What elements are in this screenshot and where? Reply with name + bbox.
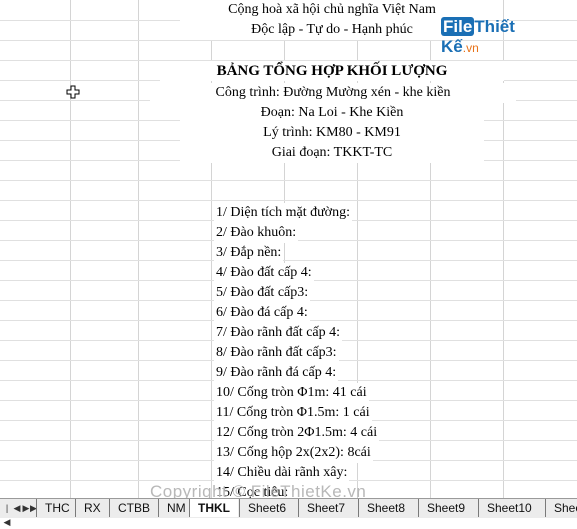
list-item: 14/ Chiều dài rãnh xây: xyxy=(214,463,350,483)
tab-sheet9[interactable]: Sheet9 xyxy=(418,499,474,517)
tab-thc[interactable]: THC xyxy=(36,499,78,517)
list-item: 9/ Đào rãnh đá cấp 4: xyxy=(214,363,339,383)
tab-sheet10[interactable]: Sheet10 xyxy=(478,499,540,517)
page-title: BẢNG TỔNG HỢP KHỐI LƯỢNG xyxy=(160,61,504,81)
list-item: 4/ Đào đất cấp 4: xyxy=(214,263,314,283)
tab-sheet7[interactable]: Sheet7 xyxy=(298,499,354,517)
list-item: 11/ Cống tròn Φ1.5m: 1 cái xyxy=(214,403,372,423)
list-item: 8/ Đào rãnh đất cấp3: xyxy=(214,343,339,363)
column-divider xyxy=(70,0,71,498)
list-item: 1/ Diện tích mặt đường: xyxy=(214,203,352,223)
chainage: Lý trình: KM80 - KM91 xyxy=(180,123,484,143)
tab-sheet6[interactable]: Sheet6 xyxy=(239,499,295,517)
spreadsheet-grid[interactable]: Cộng hoà xã hội chủ nghĩa Việt Nam Độc l… xyxy=(0,0,577,498)
republic-header: Cộng hoà xã hội chủ nghĩa Việt Nam xyxy=(180,0,484,20)
row-divider xyxy=(0,180,577,181)
prev-sheet-icon[interactable]: ◀ xyxy=(13,501,21,515)
tab-thkl[interactable]: THKL xyxy=(189,499,238,517)
filethietke-logo: File Thiết Kế.vn xyxy=(441,17,545,56)
design-phase: Giai đoạn: TKKT-TC xyxy=(180,143,484,163)
list-item: 6/ Đào đá cấp 4: xyxy=(214,303,310,323)
project-name: Công trình: Đường Mường xén - khe kiền xyxy=(150,83,516,103)
next-sheet-icon[interactable]: ▶ xyxy=(22,501,30,515)
row-divider xyxy=(0,200,577,201)
list-item: 7/ Đào rãnh đất cấp 4: xyxy=(214,323,343,343)
logo-text-vn: .vn xyxy=(462,41,479,55)
row-divider xyxy=(0,260,577,261)
list-item: 3/ Đắp nền: xyxy=(214,243,284,263)
list-item: 2/ Đào khuôn: xyxy=(214,223,299,243)
tab-rx[interactable]: RX xyxy=(75,499,109,517)
list-item: 12/ Cống tròn 2Φ1.5m: 4 cái xyxy=(214,423,380,443)
motto-header: Độc lập - Tự do - Hạnh phúc xyxy=(180,20,484,40)
row-divider xyxy=(0,40,577,41)
section-name: Đoạn: Na Loi - Khe Kiền xyxy=(180,103,484,123)
first-sheet-icon[interactable]: |◀ xyxy=(3,501,11,527)
logo-text-file: File xyxy=(441,17,475,36)
cell-cursor-icon xyxy=(66,85,80,99)
tab-sheet11[interactable]: Shee xyxy=(545,499,577,517)
sheet-tab-bar: |◀ ◀ ▶ ▶| THC RX CTBB NM THKL Sheet6 She… xyxy=(0,498,577,527)
column-divider xyxy=(138,0,139,498)
list-item: 10/ Cống tròn Φ1m: 41 cái xyxy=(214,383,369,403)
tab-sheet8[interactable]: Sheet8 xyxy=(358,499,414,517)
list-item: 5/ Đào đất cấp3: xyxy=(214,283,311,303)
tab-ctbb[interactable]: CTBB xyxy=(109,499,159,517)
list-item: 13/ Cống hộp 2x(2x2): 8cái xyxy=(214,443,373,463)
